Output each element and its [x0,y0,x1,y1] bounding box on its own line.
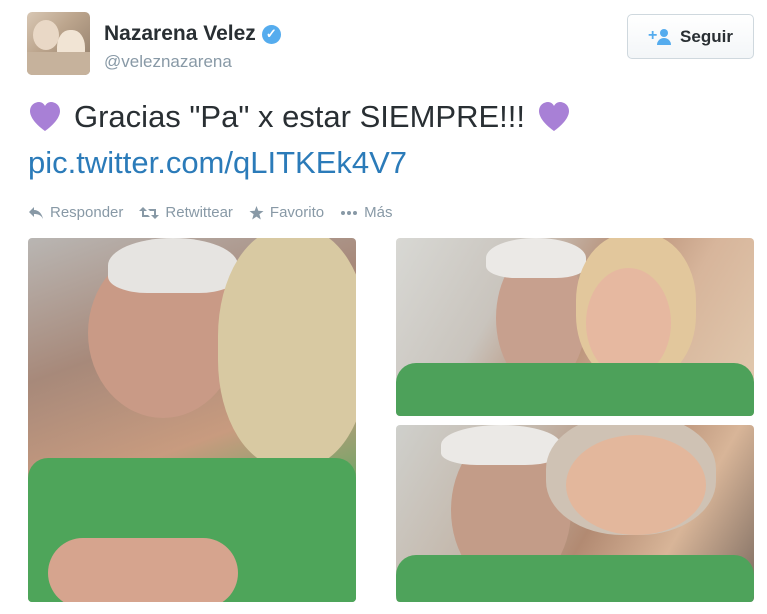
verified-badge-icon: ✓ [261,24,281,44]
more-button[interactable]: Más [340,204,392,221]
retweet-icon [139,206,160,219]
tweet-text: Gracias "Pa" x estar SIEMPRE!!! pic.twit… [28,95,748,185]
tweet-body: Gracias "Pa" x estar SIEMPRE!!! [74,99,525,134]
user-name-text[interactable]: Nazarena Velez [104,22,256,46]
tweet-actions: Responder Retwittear Favorito Más [28,204,392,221]
follow-button-label: Seguir [680,26,733,46]
favorite-label: Favorito [269,204,325,221]
add-user-icon: + [648,27,672,45]
retweet-label: Retwittear [165,204,233,221]
reply-label: Responder [50,204,124,221]
user-name[interactable]: Nazarena Velez ✓ [104,22,281,46]
favorite-button[interactable]: Favorito [249,204,324,221]
tweet-photo-2[interactable] [396,238,754,416]
star-icon [249,205,264,219]
more-icon [341,210,358,215]
reply-icon [29,206,43,219]
tweet-photo-1[interactable] [28,238,356,602]
purple-heart-icon [30,102,60,131]
reply-button[interactable]: Responder [28,204,123,221]
follow-button[interactable]: + Seguir [627,14,754,59]
user-handle[interactable]: @veleznazarena [104,52,232,72]
purple-heart-icon [538,102,569,131]
retweet-button[interactable]: Retwittear [139,204,233,221]
avatar[interactable] [27,12,90,75]
tweet-photo-3[interactable] [396,425,754,602]
more-label: Más [364,204,393,221]
tweet-photo-link[interactable]: pic.twitter.com/qLITKEk4V7 [28,141,748,185]
